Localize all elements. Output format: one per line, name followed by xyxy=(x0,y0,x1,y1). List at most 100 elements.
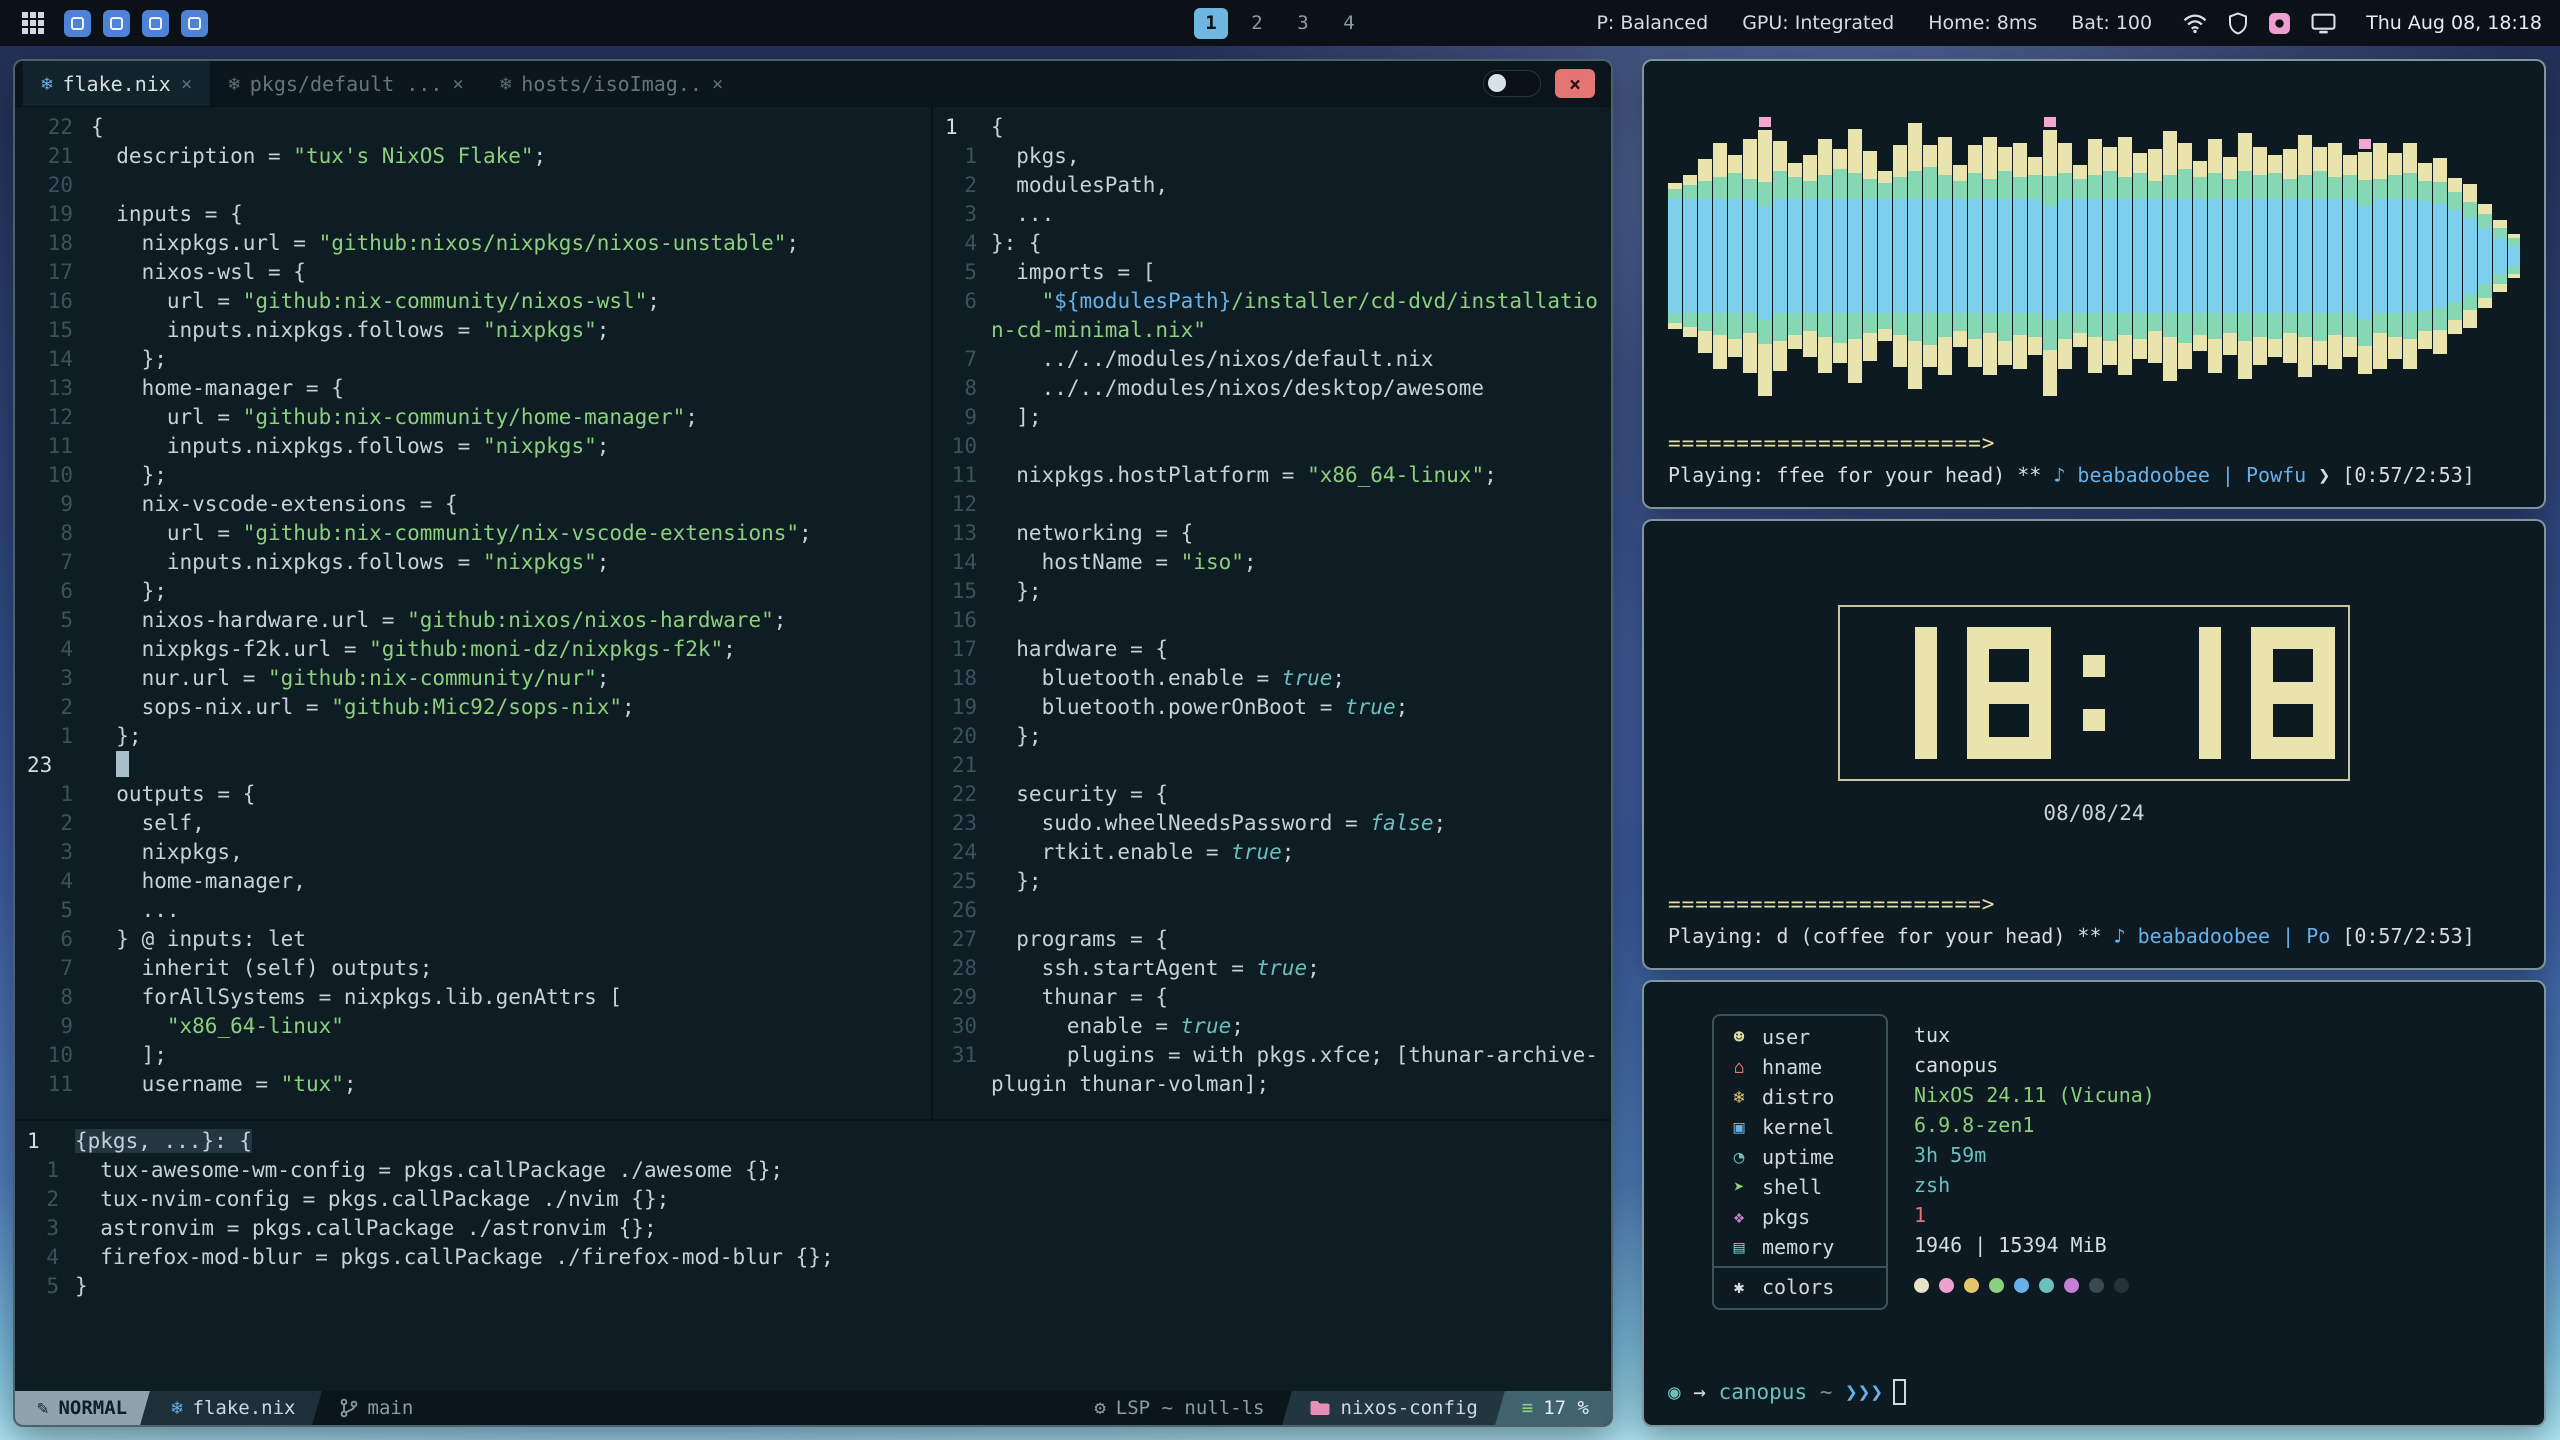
user-icon: ☻ xyxy=(1728,1027,1750,1048)
line-number: 25 xyxy=(933,867,991,896)
viz-column xyxy=(1938,137,1952,375)
statusline: ✎ NORMAL ❄ flake.nix main ⚙ LSP ~ null-l… xyxy=(15,1391,1611,1425)
code-line: 19 inputs = { xyxy=(15,200,931,229)
code-line: 18 bluetooth.enable = true; xyxy=(933,664,1611,693)
viz-column xyxy=(2508,234,2520,278)
line-number: 30 xyxy=(933,1012,991,1041)
code-line: 5} xyxy=(15,1272,1611,1301)
line-number: 24 xyxy=(933,838,991,867)
workspace-tag-3[interactable]: 3 xyxy=(1286,8,1320,39)
kernel-icon: ▣ xyxy=(1728,1117,1750,1138)
taskbar-app-icon[interactable] xyxy=(142,10,169,37)
app-launcher-icon[interactable] xyxy=(18,8,48,38)
line-number: 12 xyxy=(933,490,991,519)
code-line: 7 ../../modules/nixos/default.nix xyxy=(933,345,1611,374)
fetch-label: shell xyxy=(1762,1175,1822,1199)
line-number: 22 xyxy=(933,780,991,809)
fetch-value-distro: NixOS 24.11 (Vicuna) xyxy=(1914,1080,2155,1110)
line-number: 5 xyxy=(15,606,91,635)
editor-pane-pkgs[interactable]: 1{pkgs, ...}: {1 tux-awesome-wm-config =… xyxy=(15,1119,1611,1391)
editor-tab[interactable]: ❄hosts/isoImag..× xyxy=(482,61,742,106)
viz-column xyxy=(1743,139,1757,373)
viz-column xyxy=(2148,149,2162,363)
workspace-tag-4[interactable]: 4 xyxy=(1332,8,1366,39)
line-number: 5 xyxy=(933,258,991,287)
line-number: 21 xyxy=(933,751,991,780)
code-line: 15 inputs.nixpkgs.follows = "nixpkgs"; xyxy=(15,316,931,345)
display-icon[interactable] xyxy=(2311,13,2336,34)
shield-icon[interactable] xyxy=(2228,12,2248,35)
taskbar-app-icon[interactable] xyxy=(64,10,91,37)
code-bottom: 1{pkgs, ...}: {1 tux-awesome-wm-config =… xyxy=(15,1121,1611,1301)
line-number: 13 xyxy=(15,374,91,403)
palette-dot xyxy=(2114,1278,2129,1293)
taskbar-app-icon[interactable] xyxy=(103,10,130,37)
viz-column xyxy=(2493,220,2507,292)
line-number: 7 xyxy=(933,345,991,374)
fetch-row-uptime: ◔uptime xyxy=(1714,1142,1886,1172)
taskbar-app-icon[interactable] xyxy=(181,10,208,37)
fetch-value-hname: canopus xyxy=(1914,1050,2155,1080)
viz-column xyxy=(2118,137,2132,375)
wifi-icon[interactable] xyxy=(2182,13,2208,34)
code-line: 16 url = "github:nix-community/nixos-wsl… xyxy=(15,287,931,316)
viz-column xyxy=(2478,204,2492,308)
line-number: 11 xyxy=(15,432,91,461)
code-line: 12 url = "github:nix-community/home-mana… xyxy=(15,403,931,432)
line-number: 1 xyxy=(15,780,91,809)
tab-close-icon[interactable]: × xyxy=(181,73,192,95)
status-item: P: Balanced xyxy=(1596,12,1708,34)
fetch-label: kernel xyxy=(1762,1115,1834,1139)
code-line: 16 xyxy=(933,606,1611,635)
fetch-row-distro: ❄distro xyxy=(1714,1082,1886,1112)
shell-prompt[interactable]: ◉ → canopus ~ ❯❯❯ xyxy=(1668,1379,2520,1405)
color-picker-icon[interactable] xyxy=(2268,12,2291,35)
line-number: 12 xyxy=(15,403,91,432)
palette-dot xyxy=(1964,1278,1979,1293)
workspace-tag-2[interactable]: 2 xyxy=(1240,8,1274,39)
uptime-icon: ◔ xyxy=(1728,1147,1750,1168)
palette-dot xyxy=(2064,1278,2079,1293)
line-number: 2 xyxy=(933,171,991,200)
viz-column xyxy=(2133,153,2147,359)
tab-label: hosts/isoImag.. xyxy=(521,72,702,96)
code-line: 1 tux-awesome-wm-config = pkgs.callPacka… xyxy=(15,1156,1611,1185)
tab-close-icon[interactable]: × xyxy=(712,73,723,95)
clock-digit xyxy=(2137,627,2221,759)
editor-pane-iso[interactable]: 1{1 pkgs,2 modulesPath,3 ...4}: {5 impor… xyxy=(933,107,1611,1119)
system-status-items: P: BalancedGPU: IntegratedHome: 8msBat: … xyxy=(1596,12,2152,34)
editor-tab[interactable]: ❄flake.nix× xyxy=(23,61,210,106)
terminal-cursor xyxy=(1893,1379,1906,1405)
system-fetch: ☻user⌂hname❄distro▣kernel◔uptime➤shell❖p… xyxy=(1712,1014,2520,1310)
fetch-label: colors xyxy=(1762,1275,1834,1299)
fetch-value-shell: zsh xyxy=(1914,1170,2155,1200)
window-close-button[interactable]: × xyxy=(1555,69,1595,98)
viz-column xyxy=(2418,163,2432,349)
line-number: 21 xyxy=(15,142,91,171)
line-number: 23 xyxy=(933,809,991,838)
fetch-divider xyxy=(1714,1266,1886,1268)
player-separator: =======================> xyxy=(1668,431,2520,455)
viz-column xyxy=(1758,117,1772,396)
toggle-switch[interactable] xyxy=(1483,70,1541,97)
statusline-right: ⚙ LSP ~ null-ls nixos-config ≡ 17 % xyxy=(1072,1391,1611,1425)
viz-column xyxy=(1773,141,1787,371)
editor-pane-flake[interactable]: 22{21 description = "tux's NixOS Flake";… xyxy=(15,107,933,1119)
code-line: 11 nixpkgs.hostPlatform = "x86_64-linux"… xyxy=(933,461,1611,490)
editor-tab[interactable]: ❄pkgs/default ...× xyxy=(210,61,482,106)
project-indicator: nixos-config xyxy=(1287,1391,1500,1425)
code-line: 6 "${modulesPath}/installer/cd-dvd/insta… xyxy=(933,287,1611,316)
tabs-list: ❄flake.nix×❄pkgs/default ...×❄hosts/isoI… xyxy=(23,61,741,106)
fetch-row-colors: ✱colors xyxy=(1714,1272,1886,1302)
code-line: 10 ]; xyxy=(15,1041,931,1070)
progress-label: 17 % xyxy=(1543,1397,1589,1419)
viz-column xyxy=(2358,139,2372,374)
tab-close-icon[interactable]: × xyxy=(452,73,463,95)
code-line: 27 programs = { xyxy=(933,925,1611,954)
code-line: 30 enable = true; xyxy=(933,1012,1611,1041)
viz-column xyxy=(1863,151,1877,361)
viz-column xyxy=(2208,139,2222,373)
line-number: 27 xyxy=(933,925,991,954)
workspace-tag-1[interactable]: 1 xyxy=(1194,8,1228,39)
line-number: 6 xyxy=(15,925,91,954)
